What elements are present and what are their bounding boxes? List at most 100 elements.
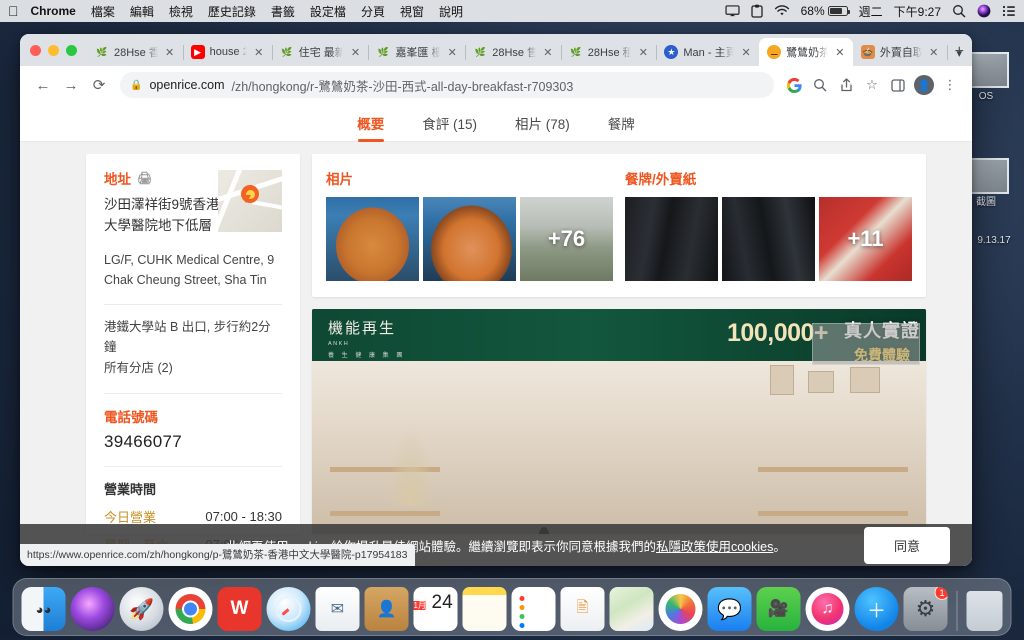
tab-title: house 2 — [209, 46, 247, 58]
calendar-day-label: 24 — [431, 592, 453, 613]
spotlight-search-icon[interactable] — [952, 4, 966, 18]
printer-icon[interactable]: 🖨 — [137, 171, 152, 185]
advertisement-video[interactable]: 機能再生 ANKH 養 生 健 康 集 團 100,000+ 真人實證 免費體驗 — [312, 309, 926, 534]
battery-status[interactable]: 68% — [801, 4, 851, 18]
youtube-icon: ▶ — [190, 45, 205, 59]
photo-thumbnail[interactable] — [326, 197, 419, 281]
menu-item-help[interactable]: 說明 — [439, 3, 463, 20]
star-icon[interactable]: ☆ — [860, 73, 884, 97]
menu-item-edit[interactable]: 編輯 — [130, 3, 154, 20]
side-panel-icon[interactable] — [886, 73, 910, 97]
dock-item-wps-office[interactable]: W — [217, 587, 262, 631]
close-tab-icon[interactable]: ✕ — [252, 45, 266, 59]
dock-item-contacts[interactable]: 👤 — [364, 587, 409, 631]
apple-icon[interactable]:  — [8, 4, 19, 18]
three-dot-menu-icon[interactable]: ⋮ — [938, 73, 962, 97]
ad-overlay-box[interactable] — [812, 323, 920, 365]
menubar-clock[interactable]: 下午9:27 — [894, 3, 941, 20]
all-branches-link[interactable]: 所有分店 (2) — [104, 357, 282, 379]
address-bar[interactable]: 🔒 openrice.com/zh/hongkong/r-鷺鷥奶茶-沙田-西式-… — [120, 72, 774, 98]
reload-icon[interactable]: ⟳ — [86, 72, 112, 98]
browser-tab[interactable]: 🌿 28Hse 售 ✕ — [465, 38, 562, 66]
tab-reviews[interactable]: 食評 (15) — [422, 104, 477, 142]
phone-number[interactable]: 39466077 — [104, 432, 282, 452]
dock-item-safari[interactable] — [266, 587, 311, 631]
dock-item-messages[interactable]: 💬 — [707, 587, 752, 631]
menu-thumbnail[interactable] — [722, 197, 815, 281]
siri-icon[interactable] — [977, 4, 991, 18]
28hse-icon: 🌿 — [96, 46, 108, 57]
google-icon[interactable] — [782, 73, 806, 97]
forward-arrow-icon[interactable]: → — [58, 72, 84, 98]
dock-item-pages[interactable]: 🖹 — [560, 587, 605, 631]
dock-item-siri[interactable] — [70, 587, 115, 631]
back-arrow-icon[interactable]: ← — [30, 72, 56, 98]
menubar-day[interactable]: 週二 — [859, 3, 883, 20]
close-tab-icon[interactable]: ✕ — [541, 45, 555, 59]
menu-item-chrome[interactable]: Chrome — [31, 4, 76, 18]
menu-thumbnail[interactable] — [625, 197, 718, 281]
browser-tab[interactable]: 🌿 28Hse 租 ✕ — [561, 38, 658, 66]
browser-tab[interactable]: 🌿 住宅 最新 ✕ — [272, 38, 370, 66]
share-icon[interactable] — [834, 73, 858, 97]
dock-item-mail[interactable]: ✉ — [315, 587, 360, 631]
dock-item-trash[interactable] — [966, 591, 1003, 631]
28hse-icon: 🌿 — [377, 46, 390, 57]
menu-thumbnail-more[interactable]: +11 — [819, 197, 912, 281]
menu-item-history[interactable]: 歷史記錄 — [208, 3, 256, 20]
dock-item-launchpad[interactable]: 🚀 — [119, 587, 164, 631]
close-tab-icon[interactable]: ✕ — [833, 45, 847, 59]
zoom-search-icon[interactable] — [808, 73, 832, 97]
close-tab-icon[interactable]: ✕ — [739, 45, 753, 59]
tab-title: 鷺鷥奶茶 — [786, 47, 828, 59]
dock-item-music[interactable]: ♫ — [805, 587, 850, 631]
menu-item-window[interactable]: 視窗 — [400, 3, 424, 20]
control-center-icon[interactable] — [1002, 5, 1016, 17]
close-tab-icon[interactable]: ✕ — [348, 45, 362, 59]
maximize-window-button[interactable] — [66, 44, 77, 56]
close-tab-icon[interactable]: ✕ — [445, 45, 459, 59]
browser-tab[interactable]: 🌿 28Hse 香 ✕ — [87, 38, 184, 66]
dock-item-facetime[interactable]: 🎥 — [756, 587, 801, 631]
tab-menu[interactable]: 餐牌 — [608, 104, 635, 142]
tab-overview[interactable]: 概要 — [357, 104, 384, 142]
menu-item-tab[interactable]: 分頁 — [361, 3, 385, 20]
photo-thumbnail-more[interactable]: +76 — [520, 197, 613, 281]
browser-tab[interactable]: 🍲 外賣自取 ✕ — [853, 38, 948, 66]
transport-info: 港鐵大學站 B 出口, 步行約2分鐘 — [104, 320, 271, 354]
tab-title: Man - 主頁 — [683, 47, 735, 59]
menu-item-file[interactable]: 檔案 — [91, 3, 115, 20]
close-tab-icon[interactable]: ✕ — [163, 45, 177, 59]
dock-item-finder[interactable]: ◕◕ — [21, 587, 66, 631]
menu-gallery: 餐牌/外賣紙 +11 — [625, 168, 912, 281]
menu-item-profiles[interactable]: 設定檔 — [310, 3, 346, 20]
browser-tab[interactable]: ★ Man - 主頁 ✕ — [656, 38, 761, 66]
close-tab-icon[interactable]: ✕ — [927, 45, 941, 59]
close-tab-icon[interactable]: ✕ — [636, 45, 650, 59]
screen-mirroring-icon[interactable] — [725, 5, 740, 17]
map-thumbnail[interactable] — [218, 170, 282, 232]
browser-tab-active[interactable]: ⚊ 鷺鷥奶茶 ✕ — [759, 38, 853, 66]
wifi-icon[interactable] — [774, 5, 790, 17]
profile-avatar-icon[interactable]: 👤 — [912, 73, 936, 97]
menu-item-bookmarks[interactable]: 書籤 — [271, 3, 295, 20]
photo-thumbnail[interactable] — [423, 197, 516, 281]
dock-item-system-preferences[interactable]: 1 ⚙ — [903, 587, 948, 631]
close-window-button[interactable] — [30, 44, 41, 56]
cookie-accept-button[interactable]: 同意 — [863, 526, 950, 564]
chevron-down-icon[interactable]: ▾ — [956, 47, 962, 60]
browser-tab[interactable]: 🌿 嘉峯匯 樓 ✕ — [368, 38, 467, 66]
dock-item-maps[interactable] — [609, 587, 654, 631]
dock-item-notes[interactable] — [462, 587, 507, 631]
minimize-window-button[interactable] — [48, 44, 59, 56]
dock-item-chrome[interactable] — [168, 587, 213, 631]
privacy-policy-link[interactable]: 私隱政策使用cookies — [656, 540, 773, 554]
browser-tab[interactable]: ▶ house 2 ✕ — [183, 38, 273, 66]
dock-item-reminders[interactable] — [511, 587, 556, 631]
dock-item-calendar[interactable]: 1月 24 — [413, 587, 458, 631]
dock-item-photos[interactable] — [658, 587, 703, 631]
menu-item-view[interactable]: 檢視 — [169, 3, 193, 20]
dock-item-app-store[interactable]: ＋ — [854, 587, 899, 631]
clipboard-icon[interactable] — [750, 4, 763, 18]
tab-photos[interactable]: 相片 (78) — [515, 104, 570, 142]
